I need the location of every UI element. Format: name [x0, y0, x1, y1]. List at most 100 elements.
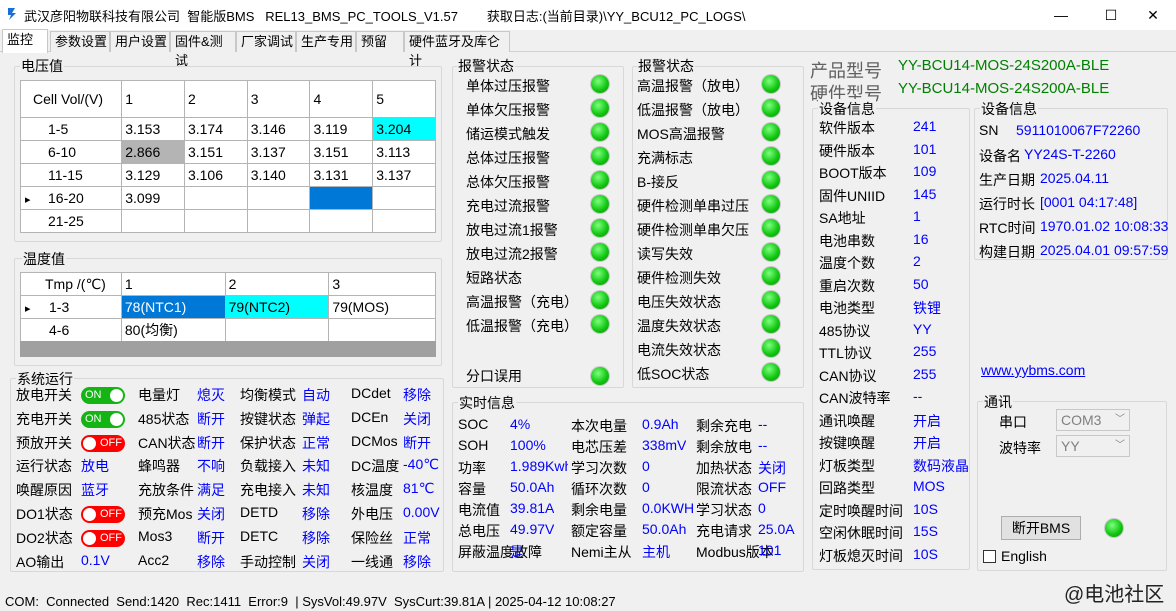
- temp-cell[interactable]: 80(均衡): [120, 318, 226, 342]
- system-label: CAN状态: [138, 434, 196, 451]
- alarm-row: 低SOC状态: [637, 362, 787, 382]
- switch-on-toggle[interactable]: ON: [81, 410, 125, 428]
- switch-off-toggle[interactable]: OFF: [81, 434, 125, 452]
- temp-cell[interactable]: 79(MOS): [328, 295, 436, 319]
- system-value: 关闭: [403, 410, 431, 427]
- maximize-button[interactable]: ☐: [1088, 0, 1134, 30]
- switch-off-toggle[interactable]: OFF: [81, 529, 125, 547]
- voltage-cell[interactable]: [246, 209, 311, 233]
- voltage-cell[interactable]: 3.146: [246, 117, 311, 141]
- row-pointer-icon: ▸: [25, 194, 31, 206]
- alarm-row: 高温报警（充电）: [466, 290, 616, 310]
- voltage-cell[interactable]: [246, 186, 311, 210]
- voltage-cell[interactable]: 3.137: [246, 140, 311, 164]
- realtime-label: 总电压: [458, 523, 500, 539]
- voltage-cell[interactable]: 3.119: [309, 117, 374, 141]
- voltage-header: 4: [309, 80, 374, 118]
- realtime-label: 学习次数: [571, 460, 627, 476]
- device-info-value: MOS: [913, 478, 945, 494]
- port-select[interactable]: COM3 ﹀: [1056, 409, 1130, 431]
- voltage-cell[interactable]: 3.137: [372, 163, 436, 187]
- system-value: 断开: [197, 529, 225, 546]
- alarm-row: 温度失效状态: [637, 314, 787, 334]
- voltage-cell[interactable]: [121, 209, 185, 233]
- realtime-value: 0: [758, 500, 766, 516]
- english-label: English: [1001, 548, 1047, 564]
- alarm-led: [762, 99, 780, 117]
- temp-cell-selected[interactable]: 78(NTC1): [120, 295, 226, 319]
- baud-label: 波特率: [999, 440, 1041, 456]
- voltage-cell[interactable]: 3.140: [246, 163, 311, 187]
- voltage-cell[interactable]: 3.151: [309, 140, 374, 164]
- system-label: 运行状态: [16, 458, 72, 475]
- close-button[interactable]: ✕: [1130, 0, 1176, 30]
- temperature-table[interactable]: Tmp /(℃) 1 2 3 ▸ 1-3 78(NTC1) 79(NTC2) 79…: [20, 272, 436, 342]
- voltage-cell[interactable]: [183, 186, 248, 210]
- realtime-value: 4%: [510, 416, 531, 432]
- minimize-button[interactable]: —: [1038, 0, 1084, 30]
- alarm-label: 总体过压报警: [466, 150, 550, 166]
- tab-production[interactable]: 生产专用: [296, 31, 356, 52]
- alarm-label: 低SOC状态: [637, 366, 710, 382]
- tab-monitor[interactable]: 监控: [2, 29, 48, 53]
- tab-factory-debug[interactable]: 厂家调试: [236, 31, 296, 52]
- tab-user-settings[interactable]: 用户设置: [110, 31, 170, 52]
- voltage-cell-min[interactable]: 2.866: [121, 140, 185, 164]
- tab-param-settings[interactable]: 参数设置: [50, 31, 110, 52]
- toggle-knob: [83, 436, 96, 450]
- device-info-value: 开启: [913, 435, 941, 451]
- voltage-cell[interactable]: [309, 209, 374, 233]
- switch-on-toggle[interactable]: ON: [81, 387, 125, 404]
- device-info-label: 灯板类型: [819, 457, 875, 474]
- voltage-cell-selected[interactable]: [309, 186, 374, 210]
- tab-firmware-test[interactable]: 固件&测试: [170, 31, 236, 68]
- system-label: DETC: [240, 527, 279, 544]
- tab-bluetooth-coulomb[interactable]: 硬件蓝牙及库仑计: [404, 31, 510, 68]
- temp-cell[interactable]: [328, 318, 436, 342]
- voltage-cell[interactable]: 3.153: [121, 117, 185, 141]
- temp-header: 3: [328, 272, 436, 296]
- alarm-label: 读写失效: [637, 246, 693, 262]
- voltage-cell[interactable]: 3.099: [121, 186, 185, 210]
- port-label: 串口: [999, 414, 1027, 430]
- voltage-cell[interactable]: 3.131: [309, 163, 374, 187]
- alarm-row: 读写失效: [637, 242, 787, 262]
- voltage-cell[interactable]: [372, 186, 436, 210]
- row-header: 1-5: [19, 117, 123, 141]
- disconnect-bms-button[interactable]: 断开BMS: [1001, 516, 1081, 540]
- voltage-cell[interactable]: 3.129: [121, 163, 185, 187]
- voltage-cell[interactable]: 3.106: [183, 163, 248, 187]
- temp-header: 1: [120, 272, 226, 296]
- system-value: 放电: [81, 458, 109, 475]
- temperature-table-scroll-area: [20, 341, 436, 357]
- voltage-cell[interactable]: [183, 209, 248, 233]
- temp-cell[interactable]: [224, 318, 330, 342]
- website-link[interactable]: www.yybms.com: [981, 362, 1085, 378]
- alarm-label: 高温报警（放电）: [637, 78, 749, 94]
- baud-select[interactable]: YY ﹀: [1056, 435, 1130, 457]
- switch-off-toggle[interactable]: OFF: [81, 506, 125, 523]
- hardware-model-value: YY-BCU14-MOS-24S200A-BLE: [898, 80, 1110, 97]
- tab-reserved[interactable]: 预留: [356, 31, 404, 52]
- system-value: 断开: [403, 434, 431, 451]
- realtime-label: 电流值: [458, 502, 500, 518]
- voltage-table[interactable]: Cell Vol/(V) 1 2 3 4 5 1-5 3.153 3.174 3…: [19, 80, 436, 233]
- device-info-value: 1: [913, 208, 921, 224]
- voltage-cell-max[interactable]: 3.204: [372, 117, 436, 141]
- voltage-cell[interactable]: 3.151: [183, 140, 248, 164]
- realtime-value: 25.0A: [758, 521, 795, 537]
- row-pointer-icon: ▸: [25, 303, 31, 315]
- voltage-cell[interactable]: 3.174: [183, 117, 248, 141]
- english-checkbox[interactable]: [983, 550, 996, 563]
- system-label: 充电开关: [16, 410, 72, 427]
- alarm-led: [762, 291, 780, 309]
- system-label: DCdet: [351, 385, 391, 401]
- voltage-cell[interactable]: 3.113: [372, 140, 436, 164]
- system-value: 未知: [302, 482, 330, 499]
- alarm-row: 电流失效状态: [637, 338, 787, 358]
- alarm-row: 放电过流2报警: [466, 242, 616, 262]
- temp-cell[interactable]: 79(NTC2): [224, 295, 330, 319]
- device-info-label: BOOT版本: [819, 165, 887, 181]
- alarm-row: 充满标志: [637, 146, 787, 166]
- voltage-cell[interactable]: [372, 209, 436, 233]
